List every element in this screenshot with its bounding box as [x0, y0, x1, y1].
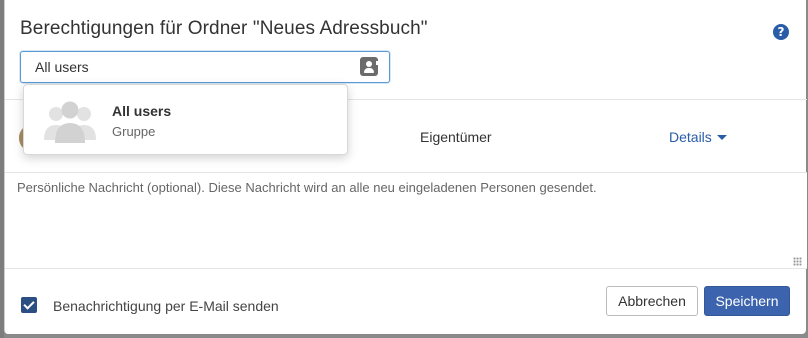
permission-role-label: Eigentümer — [420, 129, 492, 145]
address-book-icon[interactable] — [360, 57, 378, 76]
search-field — [20, 51, 390, 83]
caret-down-icon — [716, 135, 727, 140]
details-dropdown-toggle[interactable]: Details — [669, 129, 727, 145]
autocomplete-dropdown: All users Gruppe — [23, 84, 348, 155]
personal-message-textarea[interactable] — [5, 173, 807, 268]
resize-handle-icon[interactable] — [793, 257, 802, 266]
address-book-icon-tab — [376, 61, 378, 65]
save-button[interactable]: Speichern — [704, 286, 790, 316]
email-notify-label[interactable]: Benachrichtigung per E-Mail senden — [53, 298, 279, 314]
autocomplete-item-type: Gruppe — [112, 124, 156, 139]
permissions-dialog: Berechtigungen für Ordner "Neues Adressb… — [4, 0, 807, 334]
question-circle-icon[interactable]: ? — [773, 24, 789, 40]
address-book-icon-body — [364, 68, 374, 73]
cancel-button[interactable]: Abbrechen — [606, 286, 698, 316]
dialog-title: Berechtigungen für Ordner "Neues Adressb… — [20, 18, 428, 39]
email-notify-checkbox[interactable] — [21, 297, 37, 313]
address-book-icon-head — [366, 61, 372, 67]
group-avatar-icon — [42, 98, 98, 144]
autocomplete-item-name: All users — [112, 103, 172, 119]
user-search-input[interactable] — [21, 52, 351, 82]
details-label: Details — [669, 129, 712, 145]
divider — [5, 268, 807, 269]
